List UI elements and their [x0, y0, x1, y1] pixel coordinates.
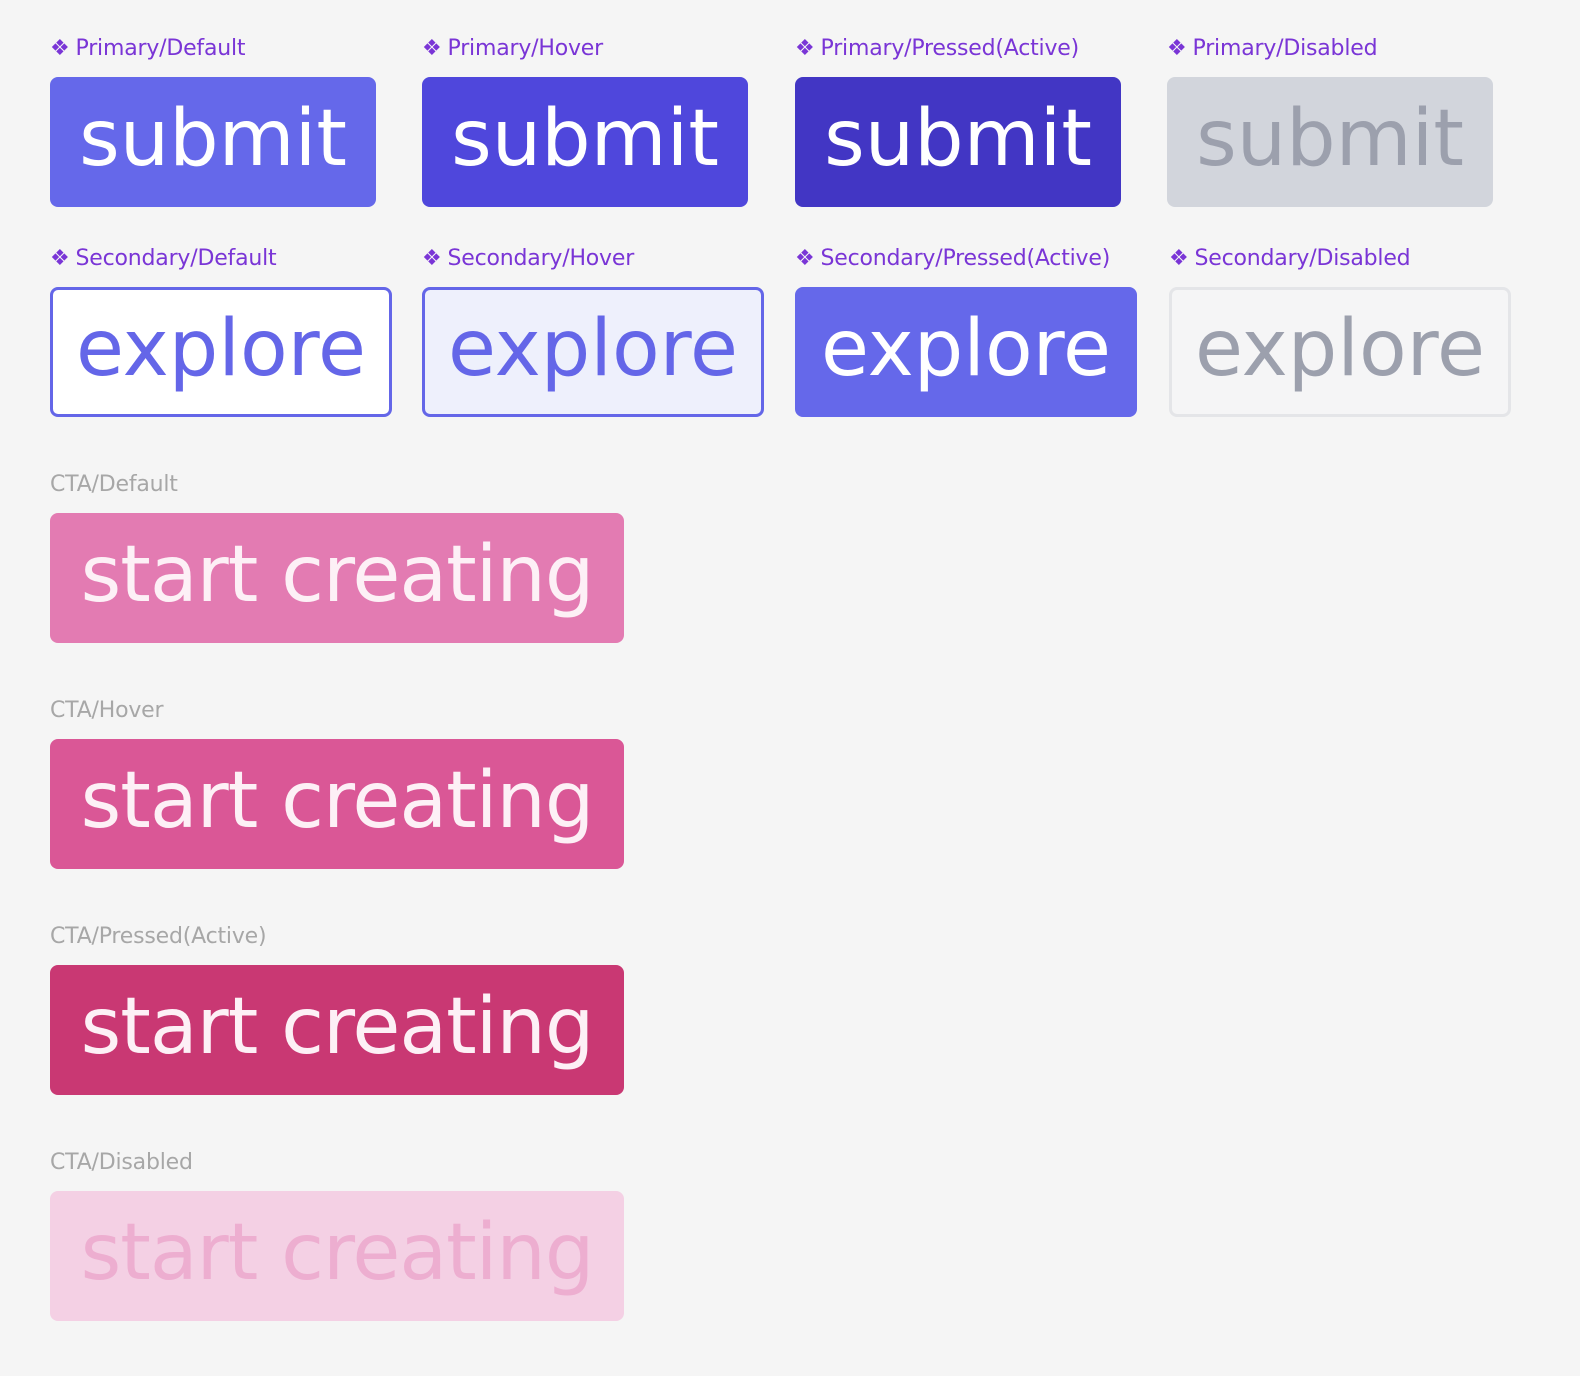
secondary-default-explore-button[interactable]: explore	[50, 287, 392, 417]
primary-hover-submit-button[interactable]: submit	[422, 77, 748, 207]
cta-disabled-label: CTA/Disabled	[50, 1150, 193, 1175]
cta-hover-start-creating-button[interactable]: start creating	[50, 739, 624, 869]
primary-pressed-label: ❖ Primary/Pressed(Active)	[795, 34, 1079, 64]
component-icon: ❖	[50, 246, 70, 271]
secondary-pressed-label: ❖ Secondary/Pressed(Active)	[795, 244, 1110, 274]
primary-disabled-label: ❖ Primary/Disabled	[1167, 34, 1378, 64]
component-icon: ❖	[795, 36, 815, 61]
secondary-hover-label: ❖ Secondary/Hover	[422, 244, 634, 274]
cta-pressed-label: CTA/Pressed(Active)	[50, 924, 267, 949]
cta-disabled-start-creating-button: start creating	[50, 1191, 624, 1321]
cta-default-label: CTA/Default	[50, 472, 178, 497]
primary-default-submit-button[interactable]: submit	[50, 77, 376, 207]
component-icon: ❖	[422, 246, 442, 271]
primary-disabled-submit-button: submit	[1167, 77, 1493, 207]
cta-default-start-creating-button[interactable]: start creating	[50, 513, 624, 643]
secondary-disabled-label: ❖ Secondary/Disabled	[1169, 244, 1411, 274]
primary-default-label: ❖ Primary/Default	[50, 34, 246, 64]
secondary-pressed-explore-button[interactable]: explore	[795, 287, 1137, 417]
primary-hover-label: ❖ Primary/Hover	[422, 34, 603, 64]
primary-pressed-submit-button[interactable]: submit	[795, 77, 1121, 207]
component-icon: ❖	[1169, 246, 1189, 271]
cta-pressed-start-creating-button[interactable]: start creating	[50, 965, 624, 1095]
component-icon: ❖	[422, 36, 442, 61]
component-icon: ❖	[50, 36, 70, 61]
cta-hover-label: CTA/Hover	[50, 698, 164, 723]
component-icon: ❖	[795, 246, 815, 271]
secondary-disabled-explore-button: explore	[1169, 287, 1511, 417]
component-icon: ❖	[1167, 36, 1187, 61]
secondary-default-label: ❖ Secondary/Default	[50, 244, 277, 274]
secondary-hover-explore-button[interactable]: explore	[422, 287, 764, 417]
